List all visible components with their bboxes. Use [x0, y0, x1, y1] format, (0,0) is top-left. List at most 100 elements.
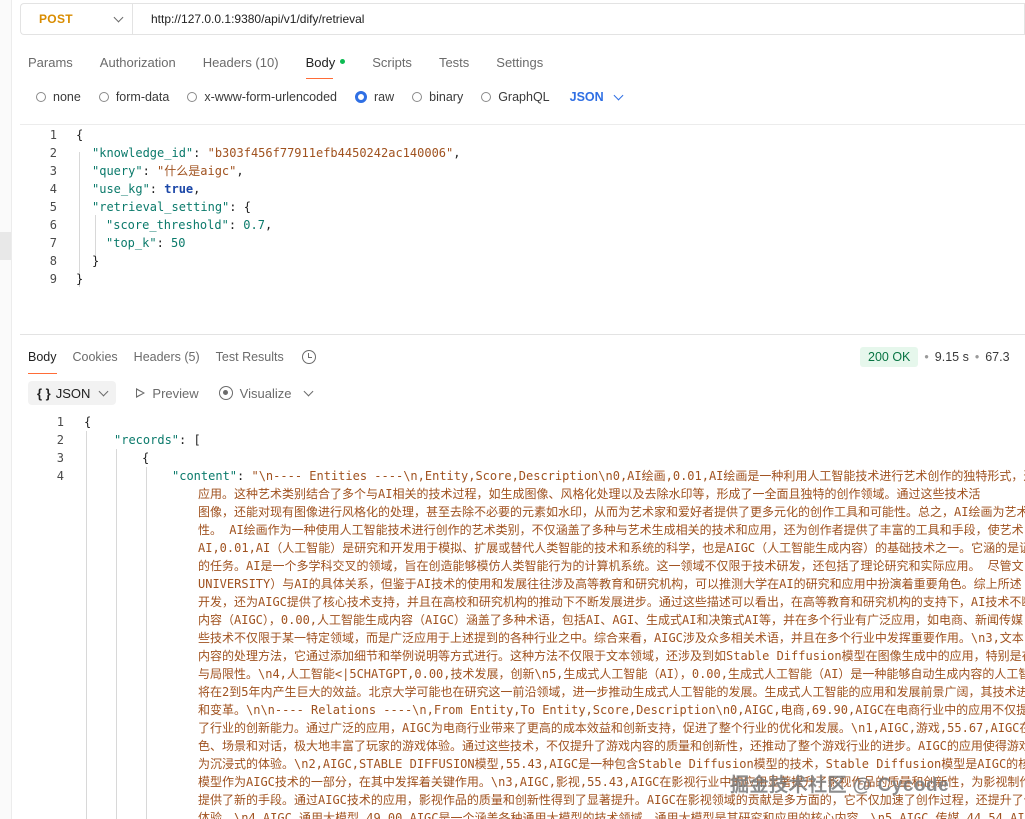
line-number: 5: [49, 200, 57, 214]
indent-guide: [146, 467, 147, 819]
radio-none[interactable]: none: [36, 90, 81, 104]
indent-guide: [79, 152, 80, 287]
code-text: "retrieval_setting": {: [92, 200, 251, 214]
response-format-select[interactable]: { } JSON: [28, 381, 117, 405]
radio-form-data[interactable]: form-data: [98, 90, 170, 104]
code-line: 4 "content": "\n---- Entities ----\n,Enti…: [20, 467, 1025, 485]
wrapped-string-line: UNIVERSITY）与AI的具体关系，但鉴于AI技术的使用和发展往往涉及高等教…: [198, 577, 1022, 591]
tab-response-body[interactable]: Body: [28, 350, 57, 374]
code-text: "knowledge_id": "b303f456f77911efb445024…: [92, 146, 461, 160]
watermark: 掘金技术社区 @ Cycode: [730, 775, 950, 796]
json-key: "use_kg": [92, 182, 150, 196]
radio-label: none: [53, 90, 81, 104]
response-toolbar: { } JSON Preview Visualize: [28, 381, 314, 405]
tab-tests[interactable]: Tests: [439, 55, 469, 70]
line-number: 7: [49, 236, 57, 250]
code-line: 5 "retrieval_setting": {: [20, 198, 251, 216]
left-gutter-strip: [0, 0, 12, 819]
response-body-viewer[interactable]: 1{ 2 "records": [ 3{ 4 "content": "\n---- …: [20, 413, 1025, 819]
line-number: 3: [49, 164, 57, 178]
json-key: "content": [172, 469, 238, 483]
wrapped-string-line: 体验。\n4,AIGC,通用大模型,49.00,AIGC是一个涵盖各种通用大模型…: [198, 811, 1025, 819]
tab-headers[interactable]: Headers (10): [203, 55, 279, 70]
tab-body[interactable]: Body: [305, 55, 346, 79]
line-number: 8: [49, 254, 57, 268]
status-badge[interactable]: 200 OK: [860, 347, 919, 367]
line-number: 2: [56, 433, 64, 447]
radio-label: form-data: [115, 90, 170, 104]
wrapped-string-line: 性。 AI绘画作为一种使用人工智能技术进行创作的艺术类别，不仅涵盖了多种与艺术生…: [198, 523, 1024, 537]
response-size[interactable]: 67.3: [985, 350, 1009, 364]
tab-response-headers[interactable]: Headers (5): [134, 350, 200, 364]
radio-icon: [412, 92, 423, 102]
divider: [20, 124, 1025, 125]
divider: [20, 334, 1025, 335]
braces-icon: { }: [37, 385, 51, 401]
json-key: "score_threshold": [106, 218, 229, 232]
line-number: 1: [49, 128, 57, 142]
radio-binary[interactable]: binary: [412, 90, 463, 104]
radio-raw[interactable]: raw: [355, 90, 394, 104]
wrapped-string-line: 与局限性。\n4,人工智能<|5CHATGPT,0.00,技术发展，创新\n5,…: [198, 667, 1025, 681]
json-number: 0.7: [243, 218, 265, 232]
url-bar: POST http://127.0.0.1:9380/api/v1/dify/r…: [20, 2, 1025, 36]
json-key: "query": [92, 164, 143, 178]
history-icon[interactable]: [301, 350, 316, 364]
radio-label: binary: [429, 90, 464, 104]
visualize-button[interactable]: Visualize: [218, 385, 292, 401]
chevron-down-icon: [98, 386, 109, 397]
radio-urlencoded[interactable]: x-www-form-urlencoded: [187, 90, 337, 104]
radio-label: GraphQL: [498, 90, 550, 104]
json-key: "top_k": [106, 236, 157, 250]
code-text: {: [76, 128, 84, 142]
wrapped-string-line: 了行业的创新能力。通过广泛的应用，AIGC为电商行业带来了更高的成本效益和创新支…: [198, 721, 1025, 735]
tab-settings[interactable]: Settings: [496, 55, 543, 70]
radio-graphql[interactable]: GraphQL: [481, 90, 550, 104]
json-key: "knowledge_id": [92, 146, 194, 160]
preview-button[interactable]: Preview: [136, 386, 199, 401]
tab-authorization[interactable]: Authorization: [100, 55, 176, 70]
separator-dot: •: [974, 350, 980, 364]
wrapped-string-line: AI,0.01,AI（人工智能）是研究和开发用于模拟、扩展或替代人类智能的技术和…: [198, 541, 1025, 555]
wrapped-string-line: 和变革。\n\n---- Relations ----\n,From Entit…: [198, 703, 1025, 717]
visualize-icon: [218, 386, 233, 400]
json-string: "什么是aigc": [157, 164, 237, 178]
line-number: 4: [56, 469, 64, 483]
method-select[interactable]: POST: [20, 3, 132, 35]
code-line: 7 "top_k": 50: [20, 234, 186, 252]
tab-params[interactable]: Params: [28, 55, 73, 70]
json-key: "retrieval_setting": [92, 200, 230, 214]
tab-scripts[interactable]: Scripts: [372, 55, 412, 70]
json-key: "records": [114, 433, 180, 447]
chevron-down-icon[interactable]: [304, 386, 314, 397]
chevron-down-icon: [613, 90, 624, 101]
url-input[interactable]: http://127.0.0.1:9380/api/v1/dify/retrie…: [132, 3, 1025, 35]
line-number: 6: [49, 218, 57, 232]
wrapped-string-line: 开发，还为AIGC提供了核心技术支持，并且在高校和研究机构的推动下不断发展进步。…: [198, 595, 1025, 609]
code-line: 8}: [20, 252, 99, 270]
line-number: 9: [49, 272, 57, 286]
tab-cookies[interactable]: Cookies: [73, 350, 118, 364]
tab-test-results[interactable]: Test Results: [216, 350, 284, 364]
json-number: 50: [171, 236, 186, 250]
code-text: "query": "什么是aigc",: [92, 164, 244, 178]
code-line: 2 "records": [: [20, 431, 201, 449]
line-number: 1: [56, 415, 64, 429]
code-text: "content": "\n---- Entities ----\n,Entit…: [172, 467, 1025, 485]
code-line: 6 "score_threshold": 0.7,: [20, 216, 272, 234]
wrapped-string-line: 些技术不仅限于某一特定领域，而是广泛应用于上述提到的各种行业之中。综合来看，AI…: [198, 631, 1024, 645]
wrapped-string-line: 的任务。AI是一个多学科交叉的领域，旨在创造能够模仿人类智能行为的计算机系统。这…: [198, 559, 1024, 573]
body-format-label: JSON: [569, 90, 604, 104]
visualize-label: Visualize: [239, 385, 292, 401]
code-text: {: [84, 415, 92, 429]
separator-dot: •: [924, 350, 929, 364]
code-text: }: [76, 272, 84, 286]
radio-icon: [187, 92, 198, 102]
body-format-select[interactable]: JSON: [569, 90, 624, 104]
indent-guide: [116, 449, 117, 819]
radio-icon: [36, 92, 46, 102]
code-line: 2 "knowledge_id": "b303f456f77911efb44502…: [20, 144, 461, 162]
code-line: 1{: [20, 413, 91, 431]
line-number: 2: [49, 146, 57, 160]
response-time[interactable]: 9.15 s: [935, 350, 969, 364]
